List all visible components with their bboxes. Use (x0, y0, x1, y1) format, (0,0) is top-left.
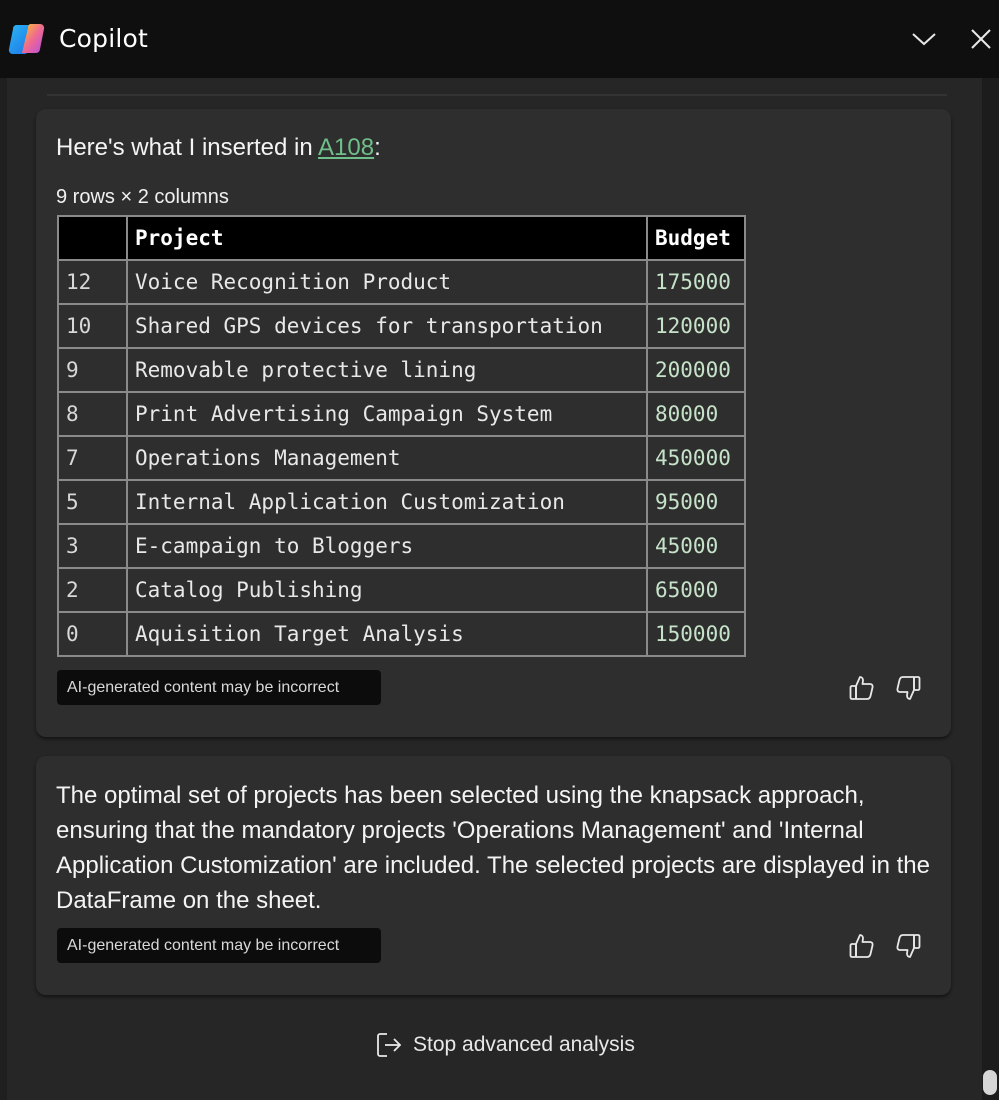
header-index (57, 215, 128, 261)
row-budget: 175000 (646, 259, 746, 305)
close-icon (971, 29, 991, 49)
thumbs-up-icon[interactable] (847, 931, 877, 961)
row-project: E-campaign to Bloggers (126, 523, 648, 569)
ai-disclaimer-badge: AI-generated content may be incorrect (57, 670, 381, 705)
intro-suffix: : (374, 134, 381, 161)
row-project: Operations Management (126, 435, 648, 481)
exit-icon (377, 1033, 402, 1057)
row-index: 9 (57, 347, 128, 393)
row-project: Shared GPS devices for transportation (126, 303, 648, 349)
collapse-button[interactable] (907, 22, 941, 56)
row-index: 2 (57, 567, 128, 613)
row-budget: 95000 (646, 479, 746, 525)
table-row: 12 Voice Recognition Product 175000 (57, 259, 746, 305)
table-row: 5 Internal Application Customization 95000 (57, 479, 746, 525)
row-project: Print Advertising Campaign System (126, 391, 648, 437)
row-project: Catalog Publishing (126, 567, 648, 613)
thumbs-up-icon[interactable] (847, 673, 877, 703)
row-index: 5 (57, 479, 128, 525)
response-intro: Here's what I inserted in A108: (56, 134, 381, 162)
row-budget: 450000 (646, 435, 746, 481)
table-row: 8 Print Advertising Campaign System 80000 (57, 391, 746, 437)
close-button[interactable] (964, 22, 998, 56)
thumbs-down-icon[interactable] (893, 673, 923, 703)
scrollbar-track[interactable] (982, 78, 999, 1100)
row-index: 10 (57, 303, 128, 349)
copilot-logo (8, 23, 45, 55)
row-budget: 65000 (646, 567, 746, 613)
row-budget: 80000 (646, 391, 746, 437)
response-message: The optimal set of projects has been sel… (56, 782, 930, 914)
app-title: Copilot (59, 24, 149, 53)
row-budget: 45000 (646, 523, 746, 569)
table-row: 9 Removable protective lining 200000 (57, 347, 746, 393)
table-row: 3 E-campaign to Bloggers 45000 (57, 523, 746, 569)
table-dimensions: 9 rows × 2 columns (56, 186, 229, 208)
row-index: 3 (57, 523, 128, 569)
row-index: 8 (57, 391, 128, 437)
header-project: Project (126, 215, 648, 261)
scrollbar-thumb[interactable] (983, 1070, 997, 1095)
title-bar: Copilot (0, 0, 999, 78)
response-card-summary: The optimal set of projects has been sel… (36, 756, 951, 995)
row-project: Voice Recognition Product (126, 259, 648, 305)
table-row: 7 Operations Management 450000 (57, 435, 746, 481)
row-index: 7 (57, 435, 128, 481)
row-project: Removable protective lining (126, 347, 648, 393)
table-row: 10 Shared GPS devices for transportation 1… (57, 303, 746, 349)
row-budget: 200000 (646, 347, 746, 393)
stop-advanced-analysis-button[interactable]: Stop advanced analysis (375, 1028, 635, 1062)
table-row: 0 Aquisition Target Analysis 150000 (57, 611, 746, 657)
stop-label: Stop advanced analysis (413, 1033, 635, 1056)
row-index: 12 (57, 259, 128, 305)
divider (47, 94, 947, 96)
chevron-down-icon (912, 33, 936, 46)
dataframe-table: Project Budget 12 Voice Recognition Produ… (57, 215, 746, 657)
cell-reference-link[interactable]: A108 (318, 134, 374, 161)
table-header-row: Project Budget (57, 215, 746, 261)
ai-disclaimer-badge: AI-generated content may be incorrect (57, 928, 381, 963)
response-card-table: Here's what I inserted in A108: 9 rows ×… (36, 109, 951, 737)
row-project: Internal Application Customization (126, 479, 648, 525)
row-budget: 150000 (646, 611, 746, 657)
table-row: 2 Catalog Publishing 65000 (57, 567, 746, 613)
row-budget: 120000 (646, 303, 746, 349)
thumbs-down-icon[interactable] (893, 931, 923, 961)
row-index: 0 (57, 611, 128, 657)
header-budget: Budget (646, 215, 746, 261)
row-project: Aquisition Target Analysis (126, 611, 648, 657)
intro-text: Here's what I inserted in (56, 134, 319, 161)
